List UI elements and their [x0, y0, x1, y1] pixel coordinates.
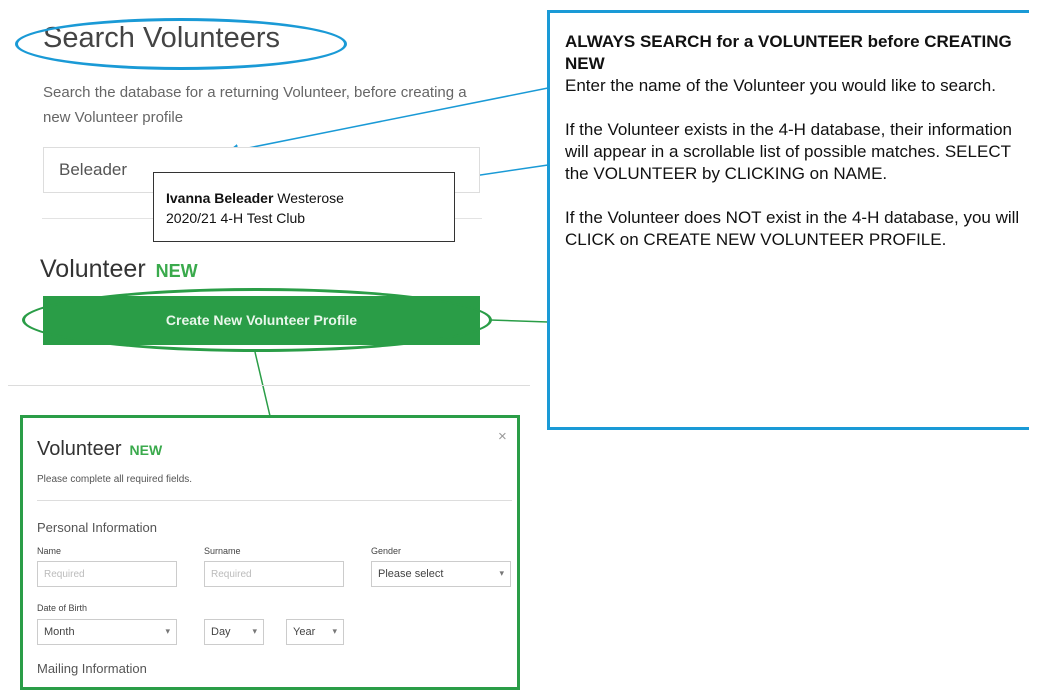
search-query-text: Beleader [59, 160, 128, 179]
line-create-to-box [489, 319, 549, 323]
instruction-step-search: Enter the name of the Volunteer you woul… [565, 76, 996, 95]
line-create-to-modal [254, 351, 271, 417]
instruction-step-select: If the Volunteer exists in the 4-H datab… [565, 120, 1012, 183]
year-select[interactable]: Year ▾ [286, 619, 344, 645]
day-value: Day [211, 626, 231, 638]
month-select[interactable]: Month ▾ [37, 619, 177, 645]
surname-input[interactable]: Required [204, 561, 344, 587]
dob-label: Date of Birth [37, 603, 88, 613]
surname-placeholder: Required [211, 569, 252, 580]
volunteer-heading-text: Volunteer [40, 255, 146, 283]
volunteer-heading: Volunteer NEW [40, 255, 198, 284]
instruction-step-create: If the Volunteer does NOT exist in the 4… [565, 208, 1020, 249]
chevron-down-icon: ▾ [165, 626, 170, 636]
chevron-down-icon: ▾ [499, 568, 504, 578]
day-select[interactable]: Day ▾ [204, 619, 264, 645]
name-placeholder: Required [44, 569, 85, 580]
name-label: Name [37, 546, 62, 556]
modal-title: Volunteer NEW [37, 438, 162, 461]
search-result-item[interactable]: Ivanna Beleader Westerose 2020/21 4-H Te… [153, 172, 455, 242]
divider [37, 500, 512, 501]
result-location: Westerose [277, 190, 344, 206]
result-club: 2020/21 4-H Test Club [166, 210, 306, 226]
year-value: Year [293, 626, 316, 638]
instruction-title: ALWAYS SEARCH for a VOLUNTEER before CRE… [565, 32, 1012, 73]
personal-information-heading: Personal Information [37, 520, 157, 535]
divider [8, 385, 530, 386]
surname-label: Surname [204, 546, 241, 556]
modal-title-text: Volunteer [37, 438, 122, 460]
close-icon[interactable]: × [498, 428, 507, 445]
result-name[interactable]: Ivanna Beleader [166, 190, 273, 206]
modal-subtitle: Please complete all required fields. [37, 474, 193, 485]
new-volunteer-modal: Volunteer NEW × Please complete all requi… [20, 415, 520, 690]
month-value: Month [44, 626, 75, 638]
gender-value: Please select [378, 568, 444, 580]
modal-new-badge: NEW [129, 442, 163, 458]
new-badge: NEW [155, 261, 198, 281]
mailing-information-heading: Mailing Information [37, 661, 147, 676]
instruction-callout: ALWAYS SEARCH for a VOLUNTEER before CRE… [547, 10, 1029, 430]
chevron-down-icon: ▾ [332, 626, 337, 636]
create-button-highlight-ellipse [22, 288, 492, 352]
gender-label: Gender [371, 546, 402, 556]
search-description: Search the database for a returning Volu… [43, 84, 467, 126]
gender-select[interactable]: Please select ▾ [371, 561, 511, 587]
search-title-highlight-ellipse [15, 18, 347, 70]
chevron-down-icon: ▾ [252, 626, 257, 636]
name-input[interactable]: Required [37, 561, 177, 587]
